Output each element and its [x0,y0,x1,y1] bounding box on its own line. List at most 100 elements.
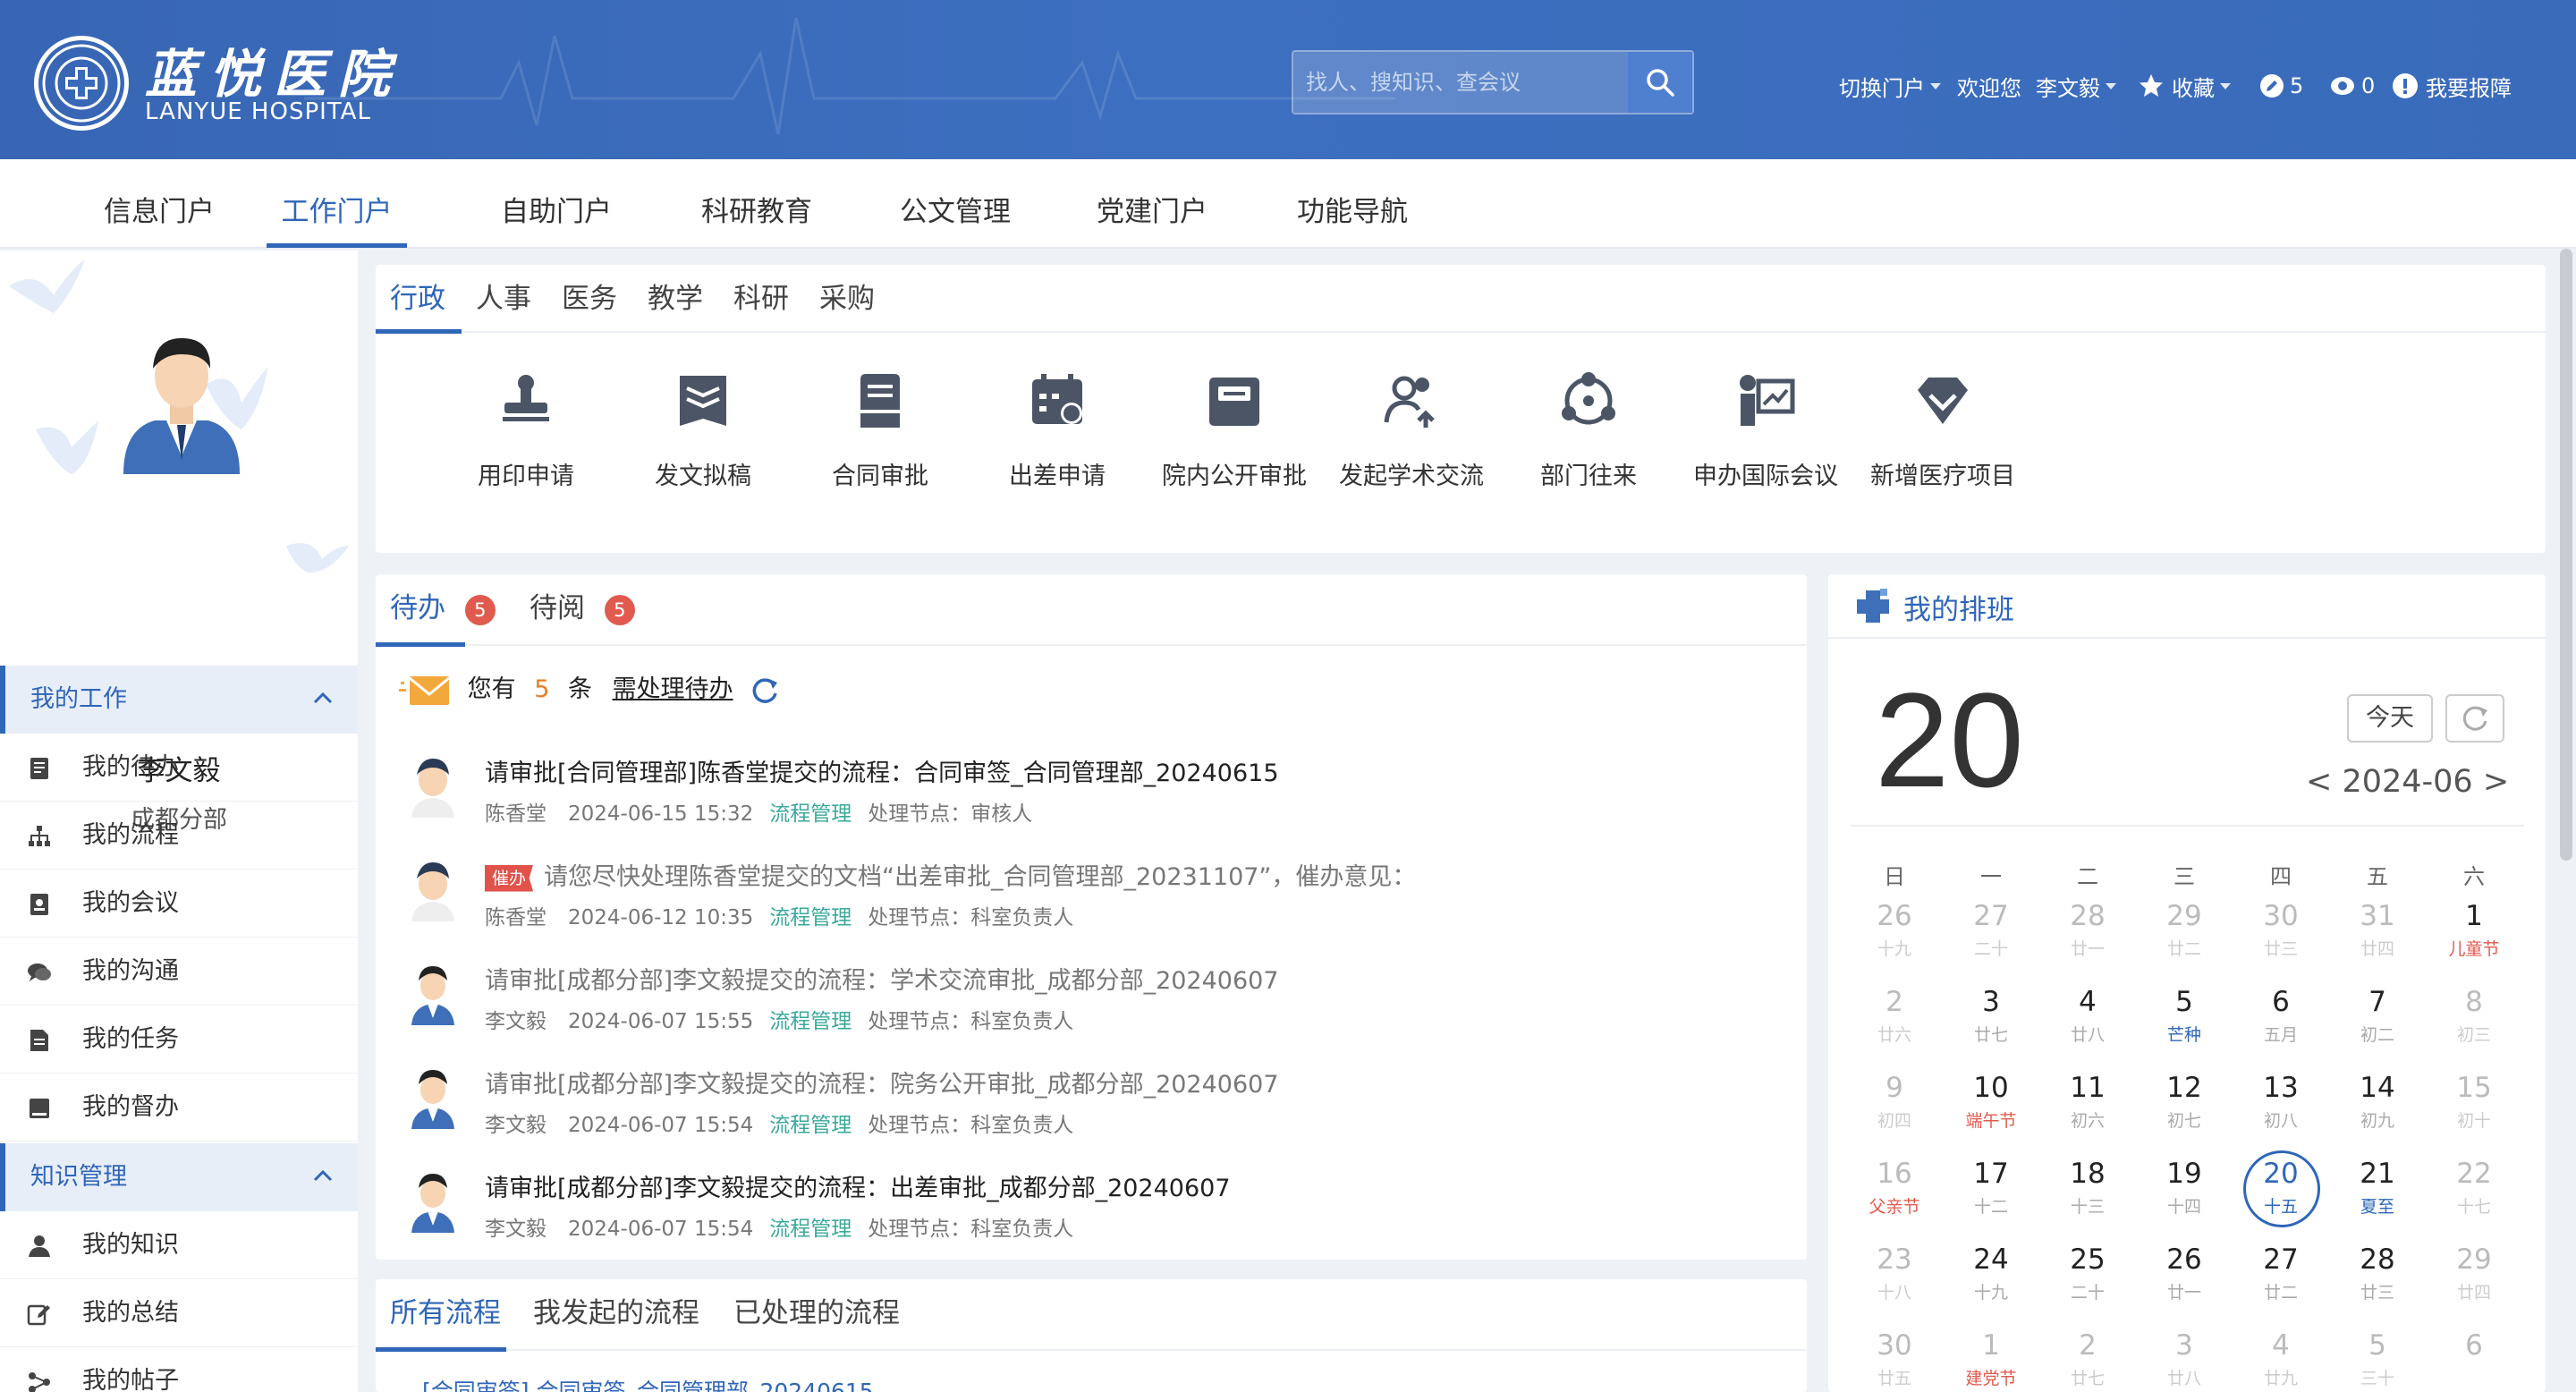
search-button[interactable] [1628,52,1692,113]
calendar-day[interactable]: 23 十八 [1850,1235,1939,1320]
calendar-day[interactable]: 21 夏至 [2333,1149,2422,1235]
sidebar-item-my-knowledge[interactable]: 我的知识 [0,1211,358,1279]
user-menu[interactable]: 李文毅 [2036,68,2116,104]
process-management-link[interactable]: 流程管理 [769,1114,852,1137]
calendar-day[interactable]: 2 廿七 [2043,1320,2132,1392]
sidebar-item-my-process[interactable]: 我的流程 [0,802,358,870]
calendar-day[interactable]: 7 初二 [2333,977,2422,1063]
todo-item[interactable]: 请审批[成都分部]李文毅提交的流程：院务公开审批_成都分部_20240607 李… [408,1065,1803,1168]
calendar-refresh-button[interactable] [2445,694,2504,743]
sidebar-item-my-meeting[interactable]: 我的会议 [0,870,358,938]
calendar-day[interactable]: 6 五月 [2236,977,2326,1063]
tab-procurement[interactable]: 采购 [819,265,875,333]
app-international-conference[interactable]: 申办国际会议 [1685,369,1846,491]
nav-function-navigation[interactable]: 功能导航 [1279,159,1426,249]
tab-all-flows[interactable]: 所有流程 [390,1279,501,1351]
favorites-menu[interactable]: 收藏 [2138,68,2231,104]
tab-todo[interactable]: 待办 5 [390,574,496,646]
nav-research-education[interactable]: 科研教育 [683,159,830,249]
calendar-day[interactable]: 1 儿童节 [2429,891,2519,977]
tab-my-started-flows[interactable]: 我发起的流程 [533,1279,699,1351]
section-my-work[interactable]: 我的工作 [0,666,358,734]
calendar-day[interactable]: 14 初九 [2333,1063,2422,1149]
calendar-day[interactable]: 1 建党节 [1946,1320,2036,1392]
calendar-day[interactable]: 28 廿一 [2043,891,2132,977]
tab-admin[interactable]: 行政 [390,265,445,333]
tab-to-read[interactable]: 待阅 5 [530,574,635,646]
app-academic-exchange[interactable]: 发起学术交流 [1331,369,1492,491]
calendar-day[interactable]: 27 二十 [1946,891,2036,977]
process-management-link[interactable]: 流程管理 [769,1218,852,1241]
section-knowledge[interactable]: 知识管理 [0,1143,358,1211]
tab-processed-flows[interactable]: 已处理的流程 [733,1279,900,1351]
app-public-approval[interactable]: 院内公开审批 [1154,369,1315,491]
calendar-day[interactable]: 26 十九 [1850,891,1939,977]
tab-hr[interactable]: 人事 [476,265,531,333]
calendar-day[interactable]: 25 二十 [2043,1235,2132,1320]
calendar-day[interactable]: 30 廿五 [1850,1320,1939,1392]
nav-self-service[interactable]: 自助门户 [483,159,630,249]
switch-portal-menu[interactable]: 切换门户 [1839,68,1941,104]
calendar-day[interactable]: 19 十四 [2140,1149,2229,1235]
pending-todo-link[interactable]: 需处理待办 [613,675,733,703]
sidebar-item-my-supervision[interactable]: 我的督办 [0,1074,358,1142]
calendar-day[interactable]: 4 廿八 [2043,977,2132,1063]
calendar-day[interactable]: 4 廿九 [2236,1320,2326,1392]
calendar-day[interactable]: 5 三十 [2333,1320,2422,1392]
process-management-link[interactable]: 流程管理 [769,802,852,826]
tab-teaching[interactable]: 教学 [648,265,703,333]
app-draft-document[interactable]: 发文拟稿 [623,369,784,491]
app-new-medical-project[interactable]: 新增医疗项目 [1862,369,2023,491]
calendar-day-today[interactable]: 20 十五 [2236,1149,2326,1235]
process-management-link[interactable]: 流程管理 [769,1010,852,1033]
app-contract-approval[interactable]: 合同审批 [800,369,961,491]
page-scrollbar[interactable] [2560,249,2572,861]
calendar-day[interactable]: 28 廿三 [2333,1235,2422,1320]
nav-work-portal[interactable]: 工作门户 [267,159,407,249]
app-department-exchange[interactable]: 部门往来 [1508,369,1669,491]
calendar-day[interactable]: 6 [2429,1320,2519,1392]
todo-item[interactable]: 请审批[成都分部]李文毅提交的流程：学术交流审批_成都分部_20240607 李… [408,961,1803,1065]
search-input[interactable] [1293,52,1629,113]
calendar-day[interactable]: 30 廿三 [2236,891,2326,977]
calendar-day[interactable]: 8 初三 [2429,977,2519,1063]
calendar-day[interactable]: 31 廿四 [2333,891,2422,977]
refresh-icon[interactable] [750,675,780,706]
app-seal-request[interactable]: 用印申请 [445,369,606,491]
task-count[interactable]: 5 [2259,68,2303,104]
todo-title[interactable]: 请审批[成都分部]李文毅提交的流程：出差审批_成都分部_20240607 [485,1168,1231,1203]
calendar-day[interactable]: 24 十九 [1946,1235,2036,1320]
calendar-day[interactable]: 15 初十 [2429,1063,2519,1149]
calendar-day[interactable]: 29 廿四 [2429,1235,2519,1320]
app-travel-request[interactable]: 出差申请 [977,369,1138,491]
today-button[interactable]: 今天 [2347,694,2433,743]
view-count[interactable]: 0 [2329,68,2375,104]
todo-title[interactable]: 请审批[成都分部]李文毅提交的流程：学术交流审批_成都分部_20240607 [485,961,1279,996]
calendar-day[interactable]: 3 廿七 [1946,977,2036,1063]
sidebar-item-my-communication[interactable]: 我的沟通 [0,938,358,1006]
calendar-day[interactable]: 16 父亲节 [1850,1149,1939,1235]
nav-party-portal[interactable]: 党建门户 [1079,159,1225,249]
calendar-day[interactable]: 2 廿六 [1850,977,1939,1063]
report-issue-button[interactable]: 我要报障 [2392,68,2512,104]
calendar-day[interactable]: 27 廿二 [2236,1235,2326,1320]
sidebar-item-my-posts[interactable]: 我的帖子 [0,1347,358,1392]
nav-document-management[interactable]: 公文管理 [882,159,1029,249]
tab-medical[interactable]: 医务 [562,265,617,333]
calendar-day[interactable]: 18 十三 [2043,1149,2132,1235]
todo-item[interactable]: 请审批[合同管理部]陈香堂提交的流程：合同审签_合同管理部_20240615 陈… [408,753,1803,857]
calendar-day[interactable]: 9 初四 [1850,1063,1939,1149]
calendar-day[interactable]: 10 端午节 [1946,1063,2036,1149]
calendar-day[interactable]: 5 芒种 [2140,977,2229,1063]
flow-item[interactable]: [合同审签] 合同审签_合同管理部_20240615 [422,1374,874,1392]
calendar-day[interactable]: 13 初八 [2236,1063,2326,1149]
process-management-link[interactable]: 流程管理 [769,906,852,929]
calendar-day[interactable]: 22 十七 [2429,1149,2519,1235]
todo-title-urgent[interactable]: 催办 请您尽快处理陈香堂提交的文档“出差审批_合同管理部_20231107”，催办… [485,857,1416,892]
sidebar-item-my-summary[interactable]: 我的总结 [0,1279,358,1347]
todo-item[interactable]: 催办 请您尽快处理陈香堂提交的文档“出差审批_合同管理部_20231107”，催办… [408,857,1803,961]
todo-title[interactable]: 请审批[成都分部]李文毅提交的流程：院务公开审批_成都分部_20240607 [485,1065,1279,1099]
sidebar-item-my-task[interactable]: 我的任务 [0,1006,358,1074]
calendar-day[interactable]: 29 廿二 [2140,891,2229,977]
sidebar-item-my-todo[interactable]: 我的待办 [0,734,358,802]
